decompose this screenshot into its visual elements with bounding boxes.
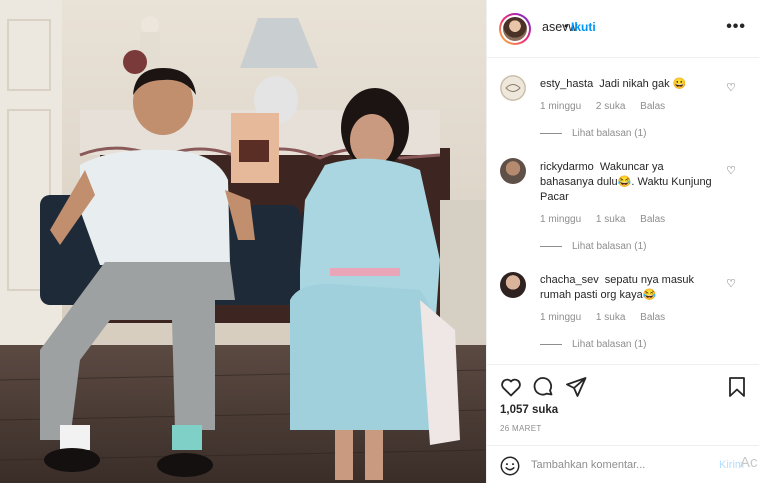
comment-likes[interactable]: 1 suka [596,214,625,225]
comment-time: 1 minggu [540,214,582,225]
vintage-photo-illustration [0,0,486,483]
post-side-panel: asevw • Ikuti ••• esty_hasta Jadi nikah … [486,0,759,483]
heart-icon[interactable] [499,375,523,399]
comment-reply-button[interactable]: Balas [640,312,665,323]
comment-meta: 1 minggu 2 suka Balas [540,101,677,112]
more-options-icon[interactable]: ••• [726,18,746,36]
post-actions: 1,057 suka 26 MARET Kirim Ac [487,364,759,483]
post-header: asevw • Ikuti ••• [487,0,759,58]
separator-dot: • [564,19,569,33]
comment-username[interactable]: chacha_sev [540,274,599,286]
likes-count[interactable]: 1,057 suka [500,404,558,416]
comment-composer: Kirim Ac [487,445,759,483]
post-date[interactable]: 26 MARET [500,424,542,433]
commenter-avatar[interactable] [500,158,526,184]
view-replies-button[interactable]: Lihat balasan (1) [540,339,647,350]
comment-like-heart-icon[interactable]: ♡ [726,81,736,94]
avatar-pattern-icon [500,75,526,101]
bookmark-icon[interactable] [725,375,749,399]
comment-body: chacha_sev sepatu nya masuk rumah pasti … [540,273,720,303]
post-photo[interactable] [0,0,486,483]
view-replies-button[interactable]: Lihat balasan (1) [540,241,647,252]
comment-likes[interactable]: 2 suka [596,101,625,112]
emoji-icon[interactable] [499,455,521,477]
comment-text: Jadi nikah gak 😀 [599,78,687,90]
share-icon[interactable] [564,375,588,399]
comment-icon[interactable] [531,375,555,399]
comment-body: rickydarmo Wakuncar ya bahasanya dulu😂. … [540,160,720,205]
comment-time: 1 minggu [540,312,582,323]
reply-line-divider [540,245,562,247]
comment-body: esty_hasta Jadi nikah gak 😀 [540,77,720,92]
overflow-text: Ac [740,454,758,471]
commenter-avatar[interactable] [500,272,526,298]
comment-username[interactable]: esty_hasta [540,78,593,90]
add-comment-input[interactable] [531,456,711,474]
reply-line-divider [540,343,562,345]
comment-reply-button[interactable]: Balas [640,214,665,225]
comment-meta: 1 minggu 1 suka Balas [540,312,677,323]
comment-like-heart-icon[interactable]: ♡ [726,164,736,177]
comment-username[interactable]: rickydarmo [540,161,594,173]
comment-reply-button[interactable]: Balas [640,101,665,112]
view-replies-label: Lihat balasan (1) [572,241,647,252]
follow-button[interactable]: Ikuti [571,20,596,34]
comment-time: 1 minggu [540,101,582,112]
comment-likes[interactable]: 1 suka [596,312,625,323]
view-replies-label: Lihat balasan (1) [572,128,647,139]
commenter-avatar[interactable] [500,75,526,101]
comments-list[interactable]: esty_hasta Jadi nikah gak 😀 ♡ 1 minggu 2… [487,58,759,364]
reply-line-divider [540,132,562,134]
comment-meta: 1 minggu 1 suka Balas [540,214,677,225]
view-replies-label: Lihat balasan (1) [572,339,647,350]
author-avatar[interactable] [499,13,531,45]
view-replies-button[interactable]: Lihat balasan (1) [540,128,647,139]
comment-like-heart-icon[interactable]: ♡ [726,277,736,290]
